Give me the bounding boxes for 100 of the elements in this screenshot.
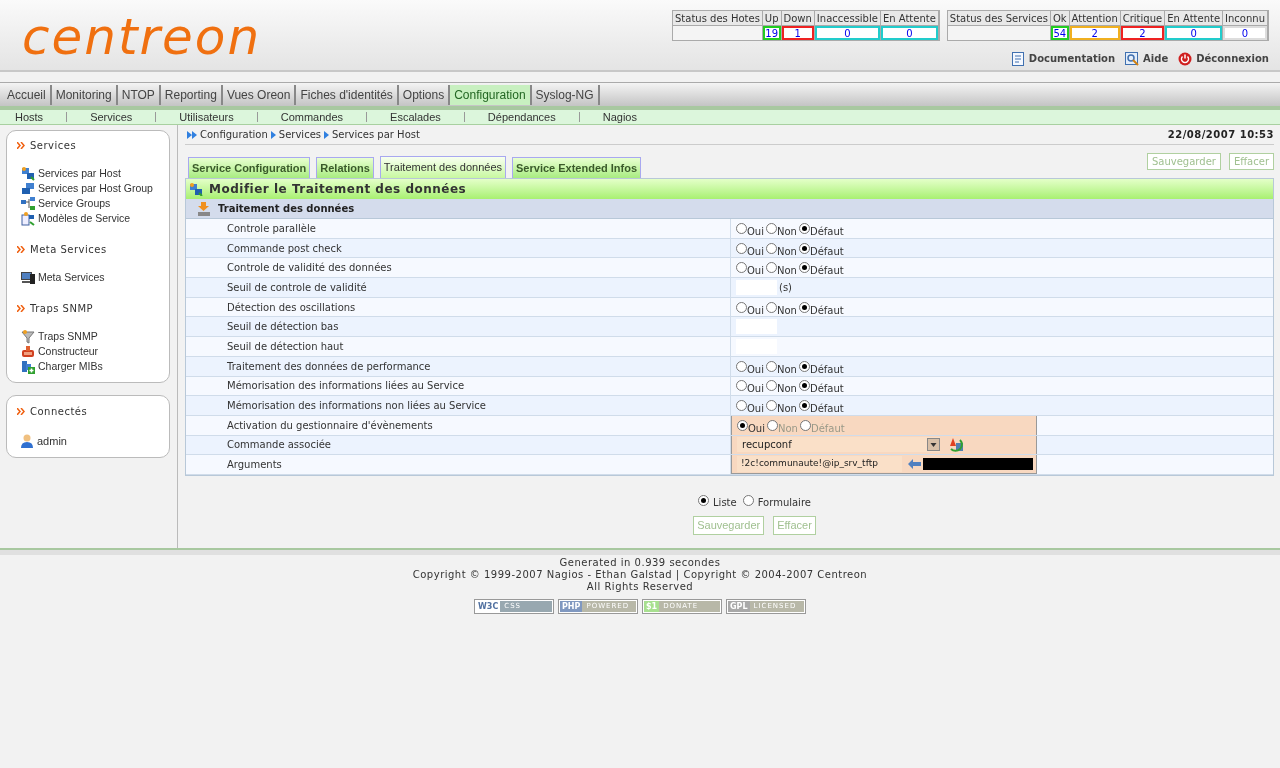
radio-button[interactable] xyxy=(799,419,811,431)
radio-button[interactable] xyxy=(766,380,777,392)
tab[interactable]: Service Configuration xyxy=(188,157,311,178)
header-link[interactable]: Aide xyxy=(1125,51,1169,66)
radio-button[interactable] xyxy=(798,242,810,254)
radio-button[interactable] xyxy=(736,380,747,392)
radio-button[interactable] xyxy=(736,301,747,313)
radio-label: Défaut xyxy=(809,246,844,257)
radio-button[interactable] xyxy=(698,495,710,507)
radio-button[interactable] xyxy=(736,222,747,234)
tab[interactable]: Relations xyxy=(316,157,374,178)
submenu-link[interactable]: Dépendances xyxy=(487,108,556,126)
submenu-link[interactable]: Services xyxy=(90,108,133,126)
field-label: Commande post check xyxy=(227,241,342,256)
breadcrumb-link[interactable]: Configuration xyxy=(200,127,268,142)
user-name: admin xyxy=(37,434,67,449)
breadcrumb-link[interactable]: Services par Host xyxy=(332,127,420,142)
sidebar-link[interactable]: Charger MIBs xyxy=(21,359,165,374)
computer-network-icon xyxy=(21,166,35,181)
radio-button[interactable] xyxy=(766,242,777,254)
download-icon xyxy=(197,201,211,216)
submenu-link[interactable]: Utilisateurs xyxy=(179,108,234,126)
radio-button[interactable] xyxy=(798,360,810,372)
radio-button[interactable] xyxy=(767,419,778,431)
sidebar-link[interactable]: Services par Host Group xyxy=(21,181,165,196)
status-count: 2 xyxy=(1120,26,1165,40)
field-label: Détection des oscillations xyxy=(227,300,356,315)
menu-tab[interactable]: Configuration xyxy=(450,85,532,105)
radio-label: Défaut xyxy=(809,305,844,316)
radio-button[interactable] xyxy=(766,400,777,412)
submenu-link[interactable]: Commandes xyxy=(280,108,344,126)
column-header: Inaccessible xyxy=(814,11,880,26)
radio-button[interactable] xyxy=(766,262,777,274)
radio-button[interactable] xyxy=(766,360,777,372)
radio-button[interactable] xyxy=(737,419,748,431)
footer-text: Generated in 0.939 secondes xyxy=(559,557,721,569)
radio-label: Défaut xyxy=(809,266,844,277)
sidebar-link[interactable]: Service Groups xyxy=(21,196,165,211)
input-field[interactable] xyxy=(736,338,777,354)
footer-text: All Rights Reserved xyxy=(586,581,694,593)
radio-label: Oui xyxy=(747,246,764,257)
document-icon xyxy=(1010,51,1025,66)
chevron-icon xyxy=(17,408,25,415)
status-count: 2 xyxy=(1069,26,1120,40)
sidebar-link[interactable]: Meta Services xyxy=(21,270,165,285)
submenu-link[interactable]: Nagios xyxy=(602,108,637,126)
power-icon xyxy=(1178,51,1193,66)
radio-button[interactable] xyxy=(798,301,810,313)
header-link[interactable]: Documentation xyxy=(1010,51,1116,66)
submenu-link[interactable]: Hosts xyxy=(15,108,44,126)
radio-button[interactable] xyxy=(766,301,777,313)
radio-label: Oui xyxy=(747,266,764,277)
field-label: Controle parallèle xyxy=(227,221,316,236)
unit-label: (s) xyxy=(779,280,792,295)
radio-button[interactable] xyxy=(736,242,747,254)
radio-label: Défaut xyxy=(809,384,844,395)
radio-label: Liste xyxy=(713,495,737,510)
input-field[interactable] xyxy=(736,279,777,295)
radio-label: Oui xyxy=(748,423,765,434)
sidebar-link[interactable]: Traps SNMP xyxy=(21,329,165,344)
column-header: Critique xyxy=(1120,11,1165,26)
sidebar-link[interactable]: Constructeur xyxy=(21,344,165,359)
refresh-icon xyxy=(948,436,964,453)
funnel-icon xyxy=(21,329,35,344)
radio-button[interactable] xyxy=(736,360,747,372)
column-header: Status des Hotes xyxy=(673,11,762,26)
input-field[interactable] xyxy=(736,319,777,335)
status-count: 0 xyxy=(814,26,880,40)
sidebar-link[interactable]: Modèles de Service xyxy=(21,211,165,226)
radio-button[interactable] xyxy=(742,495,754,507)
status-count: 1 xyxy=(781,26,814,40)
header-link[interactable]: Déconnexion xyxy=(1178,51,1269,66)
computer-icon xyxy=(21,270,35,285)
radio-label: Oui xyxy=(747,305,764,316)
radio-button[interactable] xyxy=(736,262,747,274)
select-field[interactable]: recupconf xyxy=(737,437,940,453)
radio-button[interactable] xyxy=(798,400,810,412)
radio-button[interactable] xyxy=(766,222,777,234)
radio-button[interactable] xyxy=(798,262,810,274)
radio-label: Défaut xyxy=(810,423,845,434)
field-label: Mémorisation des informations liées au Service xyxy=(227,379,465,394)
radio-button[interactable] xyxy=(798,380,810,392)
diagram-icon xyxy=(21,196,35,211)
tab[interactable]: Traitement des données xyxy=(379,156,507,178)
radio-button[interactable] xyxy=(736,400,747,412)
tab[interactable]: Service Extended Infos xyxy=(512,157,642,178)
field-label: Seuil de détection haut xyxy=(227,339,344,354)
chevron-icon xyxy=(17,142,25,149)
status-count: 0 xyxy=(1223,26,1267,40)
radio-label: Oui xyxy=(747,404,764,415)
field-label: Seuil de détection bas xyxy=(227,320,339,335)
sidebar-link[interactable]: Services par Host xyxy=(21,166,165,181)
field-label: Mémorisation des informations non liées au Service xyxy=(227,399,487,414)
radio-button[interactable] xyxy=(798,222,810,234)
logo: centreon xyxy=(21,7,262,68)
breadcrumb-link[interactable]: Services xyxy=(278,127,321,142)
radio-label: Défaut xyxy=(809,404,844,415)
field-label: Seuil de controle de validité xyxy=(227,280,367,295)
machine-icon xyxy=(21,344,35,359)
submenu-link[interactable]: Escalades xyxy=(390,108,441,126)
